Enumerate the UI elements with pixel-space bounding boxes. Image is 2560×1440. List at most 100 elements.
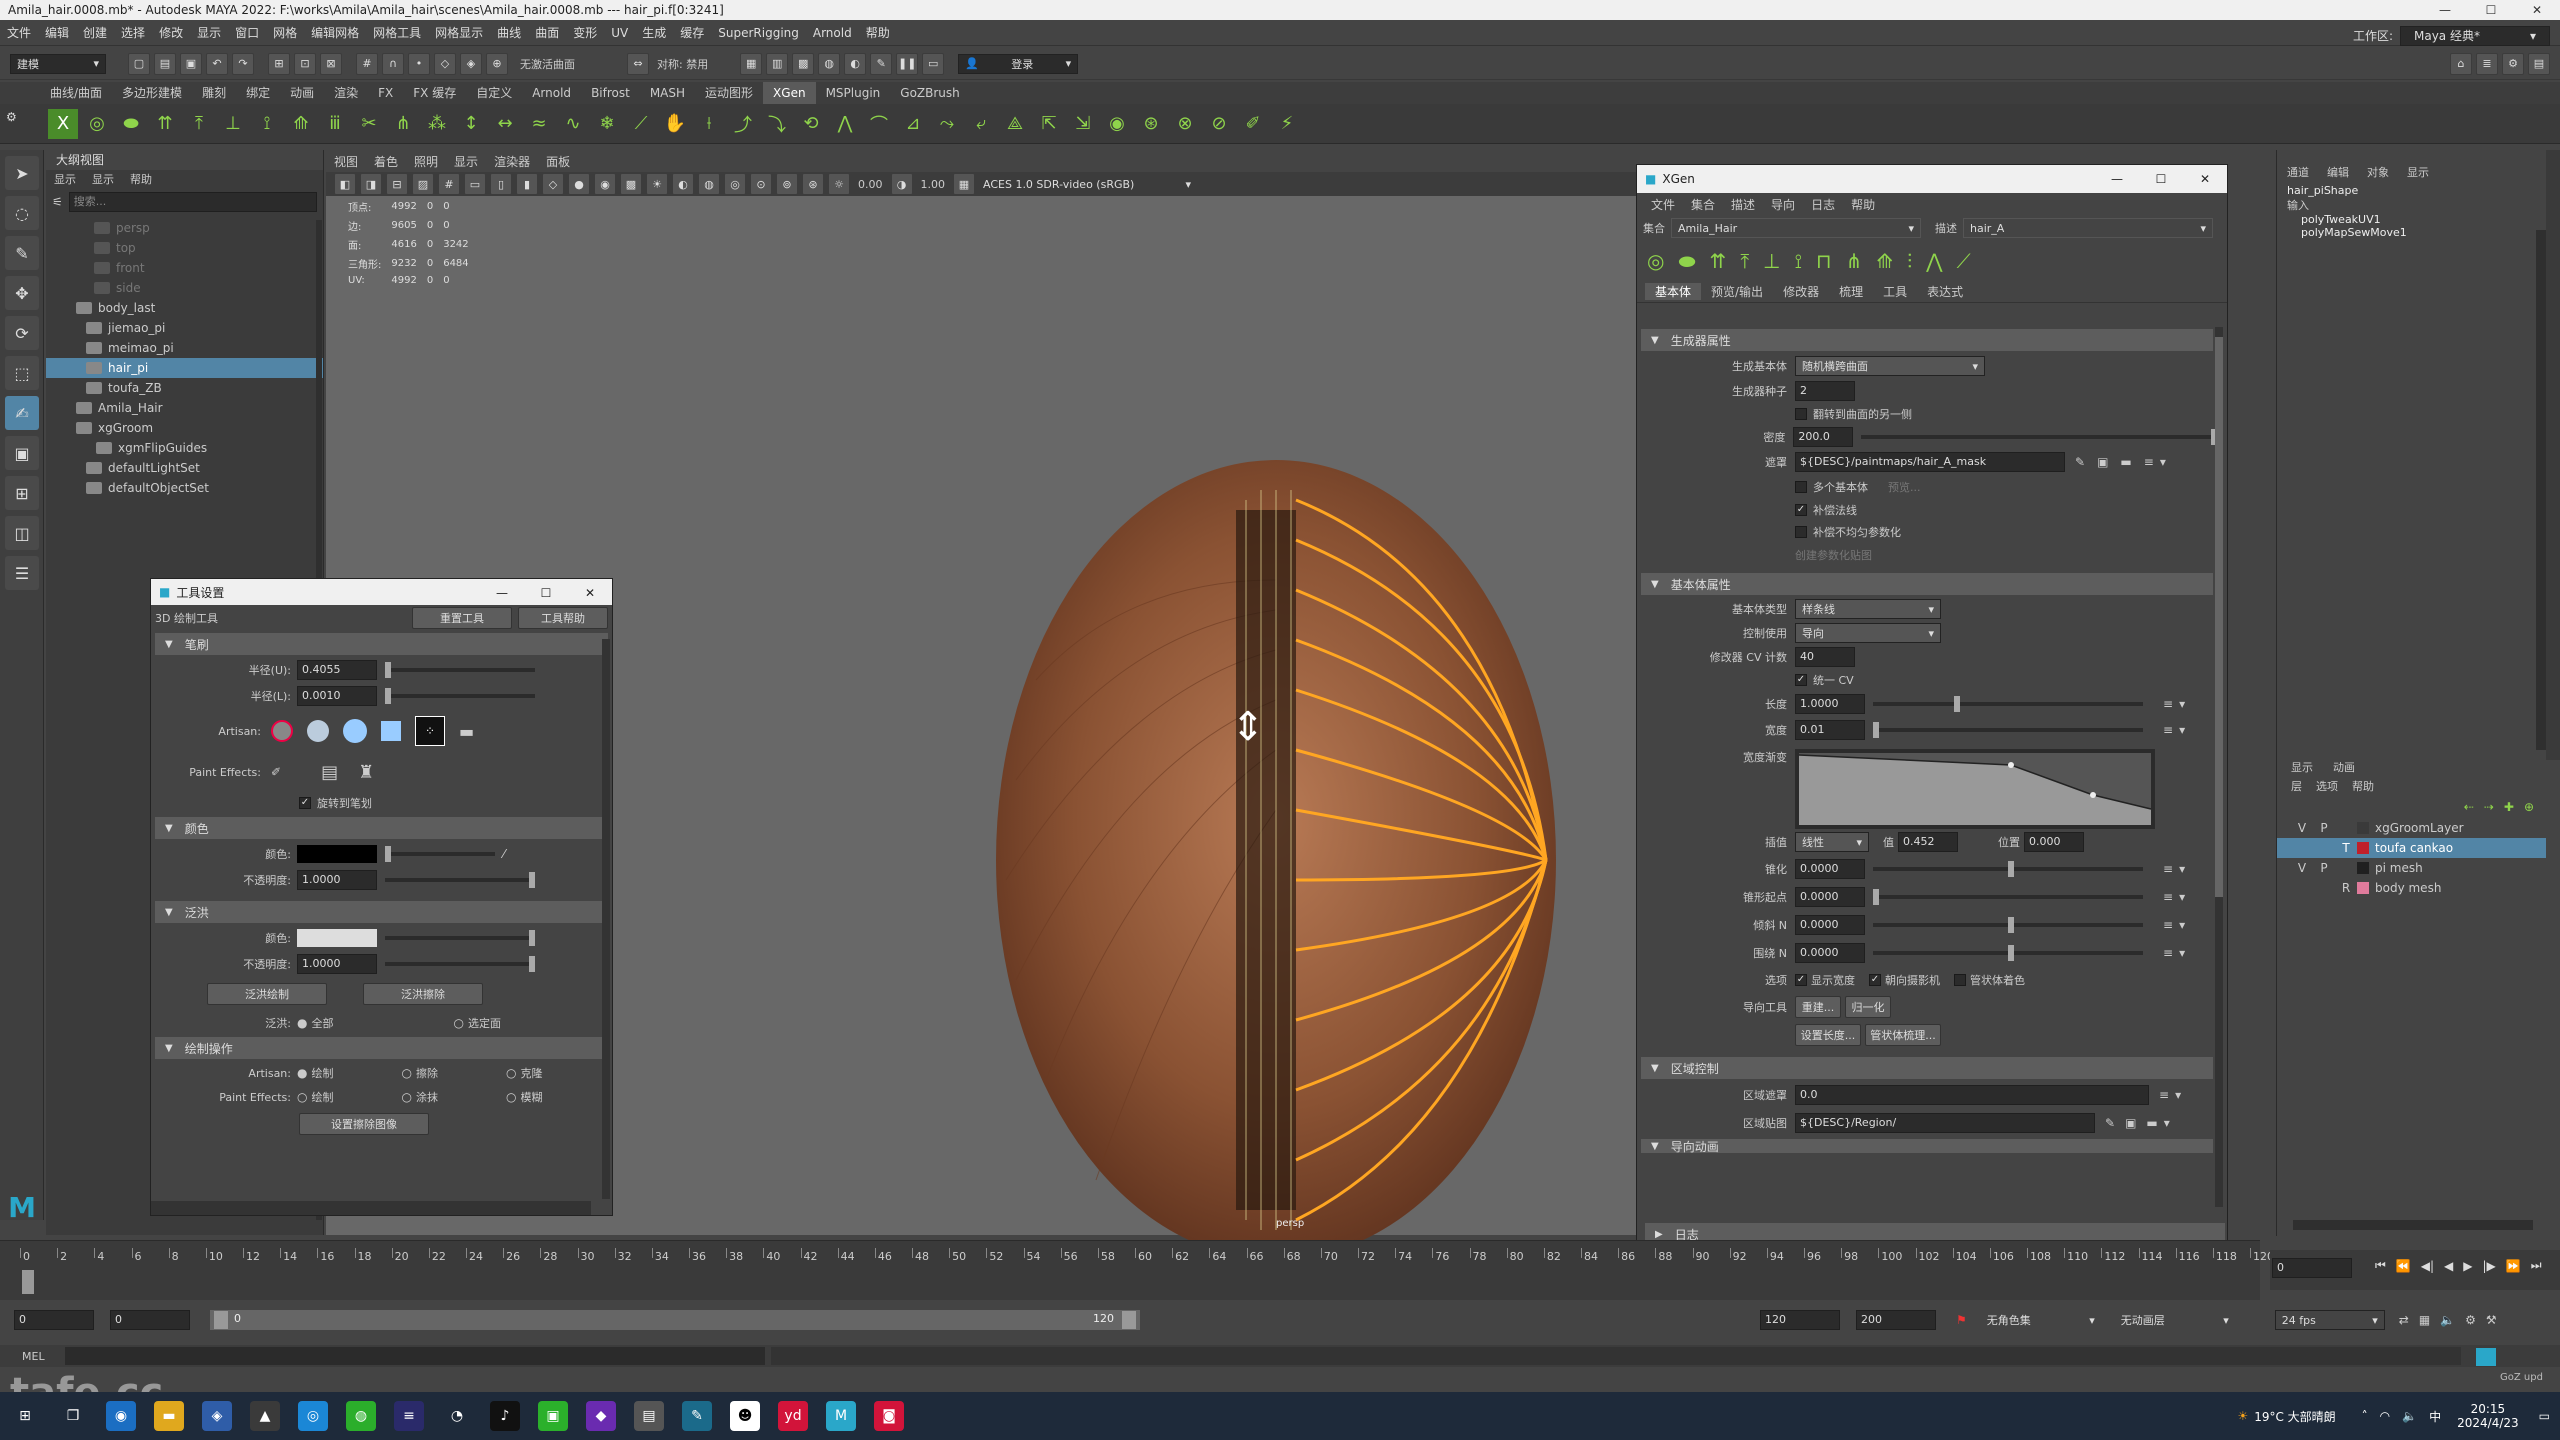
gamma-value[interactable]: 1.00	[921, 178, 946, 191]
save-mask-icon[interactable]: ▣	[2097, 455, 2108, 469]
layer-menu-item[interactable]: 选项	[2316, 778, 2338, 794]
layer-color-swatch[interactable]	[2357, 862, 2369, 874]
collapse-icon[interactable]: ▼	[165, 1043, 173, 1054]
viewport-menu-item[interactable]: 显示	[446, 153, 486, 170]
penguin-icon[interactable]: ☻	[730, 1401, 760, 1431]
browser-icon[interactable]: ◎	[298, 1401, 328, 1431]
step-forward-key-icon[interactable]: ⏩	[2506, 1259, 2521, 1273]
render-view-icon[interactable]: ✎	[870, 52, 893, 75]
xray-joints-icon[interactable]: ⊛	[802, 173, 824, 195]
tray-expand-icon[interactable]: ˄	[2362, 1409, 2368, 1423]
qq-icon[interactable]: ◔	[442, 1401, 472, 1431]
timeline-ruler[interactable]: 0 2 4 6 8 10 12 14 16 18 20 22 24 26 28 30 32 34 36 38 40 42 4…	[20, 1248, 2274, 1278]
flood-section-header[interactable]: 泛洪	[185, 904, 209, 921]
snap-curve-icon[interactable]: ∩	[382, 52, 404, 75]
clump-icon[interactable]: ⋔	[388, 109, 418, 139]
channel-box-menu-item[interactable]: 显示	[2407, 164, 2429, 180]
layer-row[interactable]: Ttoufa cankao	[2277, 838, 2546, 858]
normalize-guides-icon[interactable]: ⫶	[1907, 249, 1912, 273]
taper-field[interactable]: 0.0000	[1795, 859, 1865, 879]
radio-paint[interactable]: ●	[297, 1066, 307, 1080]
snap-grid-icon[interactable]: #	[356, 52, 378, 75]
render-sequence-icon[interactable]: ▥	[766, 52, 789, 75]
pause-icon[interactable]: ❚❚	[896, 52, 919, 75]
app-icon[interactable]: ≡	[394, 1401, 424, 1431]
go-to-end-icon[interactable]: ⏭	[2531, 1258, 2542, 1273]
paint-select-icon[interactable]: ✎	[5, 236, 39, 270]
layer-name[interactable]: xgGroomLayer	[2375, 821, 2464, 835]
guide-curves-icon[interactable]: ⟋	[1957, 249, 1971, 273]
minimize-button[interactable]: —	[2095, 165, 2139, 193]
chevron-down-icon[interactable]: ▾	[2160, 455, 2166, 469]
step-back-icon[interactable]: ◀|	[2421, 1259, 2434, 1273]
folder-icon[interactable]: ▬	[2120, 455, 2131, 469]
eyedropper-icon[interactable]: ⁄	[503, 847, 505, 861]
current-time-indicator[interactable]	[22, 1270, 34, 1294]
channel-box-menu-item[interactable]: 对象	[2367, 164, 2389, 180]
layer-p-toggle[interactable]: P	[2313, 821, 2335, 835]
shelf-tab[interactable]: 运动图形	[695, 82, 763, 104]
layer-tab[interactable]: 显示	[2291, 759, 2313, 775]
flood-opacity-field[interactable]: 1.0000	[297, 954, 377, 974]
after-effects-icon[interactable]: ◆	[586, 1401, 616, 1431]
render-frame-icon[interactable]: ▦	[740, 52, 763, 75]
ambient-occlusion-icon[interactable]: ◍	[698, 173, 720, 195]
move-tool-icon[interactable]: ✥	[5, 276, 39, 310]
outliner-item[interactable]: meimao_pi	[46, 338, 323, 358]
tool-settings-icon[interactable]: ⚙	[2502, 52, 2524, 75]
layer-name[interactable]: toufa cankao	[2375, 841, 2453, 855]
image-plane-icon[interactable]: ▨	[412, 173, 434, 195]
chevron-down-icon[interactable]: ▾	[2179, 862, 2185, 876]
menu-item[interactable]: 编辑	[38, 20, 76, 46]
input-node[interactable]: polyMapSewMove1	[2301, 226, 2546, 239]
control-select[interactable]: 导向 ▾	[1795, 623, 1941, 643]
paint-icon[interactable]: ✐	[1238, 109, 1268, 139]
input-method-icon[interactable]: 中	[2429, 1408, 2441, 1425]
expression-icon[interactable]: ≡	[2163, 697, 2173, 711]
new-layer-selected-icon[interactable]: ⊕	[2524, 800, 2534, 814]
bend-n-field[interactable]: 0.0000	[1795, 943, 1865, 963]
layer-color-swatch[interactable]	[2357, 822, 2369, 834]
chevron-down-icon[interactable]: ▾	[2179, 918, 2185, 932]
radio-clone[interactable]: ○	[506, 1066, 516, 1080]
antialias-icon[interactable]: ◎	[724, 173, 746, 195]
edge-icon[interactable]: ◉	[106, 1401, 136, 1431]
layer-menu-item[interactable]: 帮助	[2352, 778, 2374, 794]
radio-erase[interactable]: ○	[401, 1066, 411, 1080]
isolate-icon[interactable]: ⊙	[750, 173, 772, 195]
snap-view-icon[interactable]: ◇	[434, 52, 456, 75]
brush-section-header[interactable]: 笔刷	[185, 636, 209, 653]
auto-key-icon[interactable]: ⚑	[1956, 1313, 1967, 1327]
density-field[interactable]: 200.0	[1793, 427, 1853, 447]
shelf-tab[interactable]: FX 缓存	[403, 82, 466, 104]
grab-icon[interactable]: ✋	[660, 109, 690, 139]
create-description-icon[interactable]: ◎	[1647, 249, 1664, 273]
interp-select[interactable]: 线性 ▾	[1795, 832, 1869, 852]
rebuild-button[interactable]: 重建...	[1795, 996, 1841, 1018]
chevron-down-icon[interactable]: ▾	[2179, 697, 2185, 711]
anim-prefs-icon[interactable]: ⚙	[2465, 1313, 2476, 1327]
channel-box-icon[interactable]: ▤	[2528, 52, 2550, 75]
shelf-tab[interactable]: MASH	[640, 82, 695, 104]
new-layer-icon[interactable]: ✚	[2504, 800, 2514, 814]
youdao-icon[interactable]: yd	[778, 1401, 808, 1431]
xgen-menu-item[interactable]: 集合	[1683, 196, 1723, 213]
side-tabs[interactable]	[2546, 150, 2560, 760]
shelf-tab[interactable]: 曲线/曲面	[40, 82, 112, 104]
xgen-menu-item[interactable]: 描述	[1723, 196, 1763, 213]
fx-icon[interactable]: ⚡	[1272, 109, 1302, 139]
width-icon[interactable]: ↔	[490, 109, 520, 139]
add-guide-icon[interactable]: ⇈	[150, 109, 180, 139]
chevron-down-icon[interactable]: ▾	[2175, 1088, 2181, 1102]
notifications-icon[interactable]: ▭	[2539, 1409, 2550, 1423]
description-select[interactable]: hair_A ▾	[1963, 218, 2213, 238]
layer-v-toggle[interactable]: V	[2291, 861, 2313, 875]
volume-icon[interactable]: 🔈	[2402, 1409, 2417, 1423]
outliner-item[interactable]: Amila_Hair	[46, 398, 323, 418]
menu-item[interactable]: 生成	[635, 20, 673, 46]
shelf-tab[interactable]: 动画	[280, 82, 324, 104]
layer-row[interactable]: V Ppi mesh	[2277, 858, 2546, 878]
film-gate-icon[interactable]: ▭	[464, 173, 486, 195]
open-scene-icon[interactable]: ▤	[154, 52, 176, 75]
cv-correct-checkbox[interactable]: ✓	[1795, 504, 1807, 516]
